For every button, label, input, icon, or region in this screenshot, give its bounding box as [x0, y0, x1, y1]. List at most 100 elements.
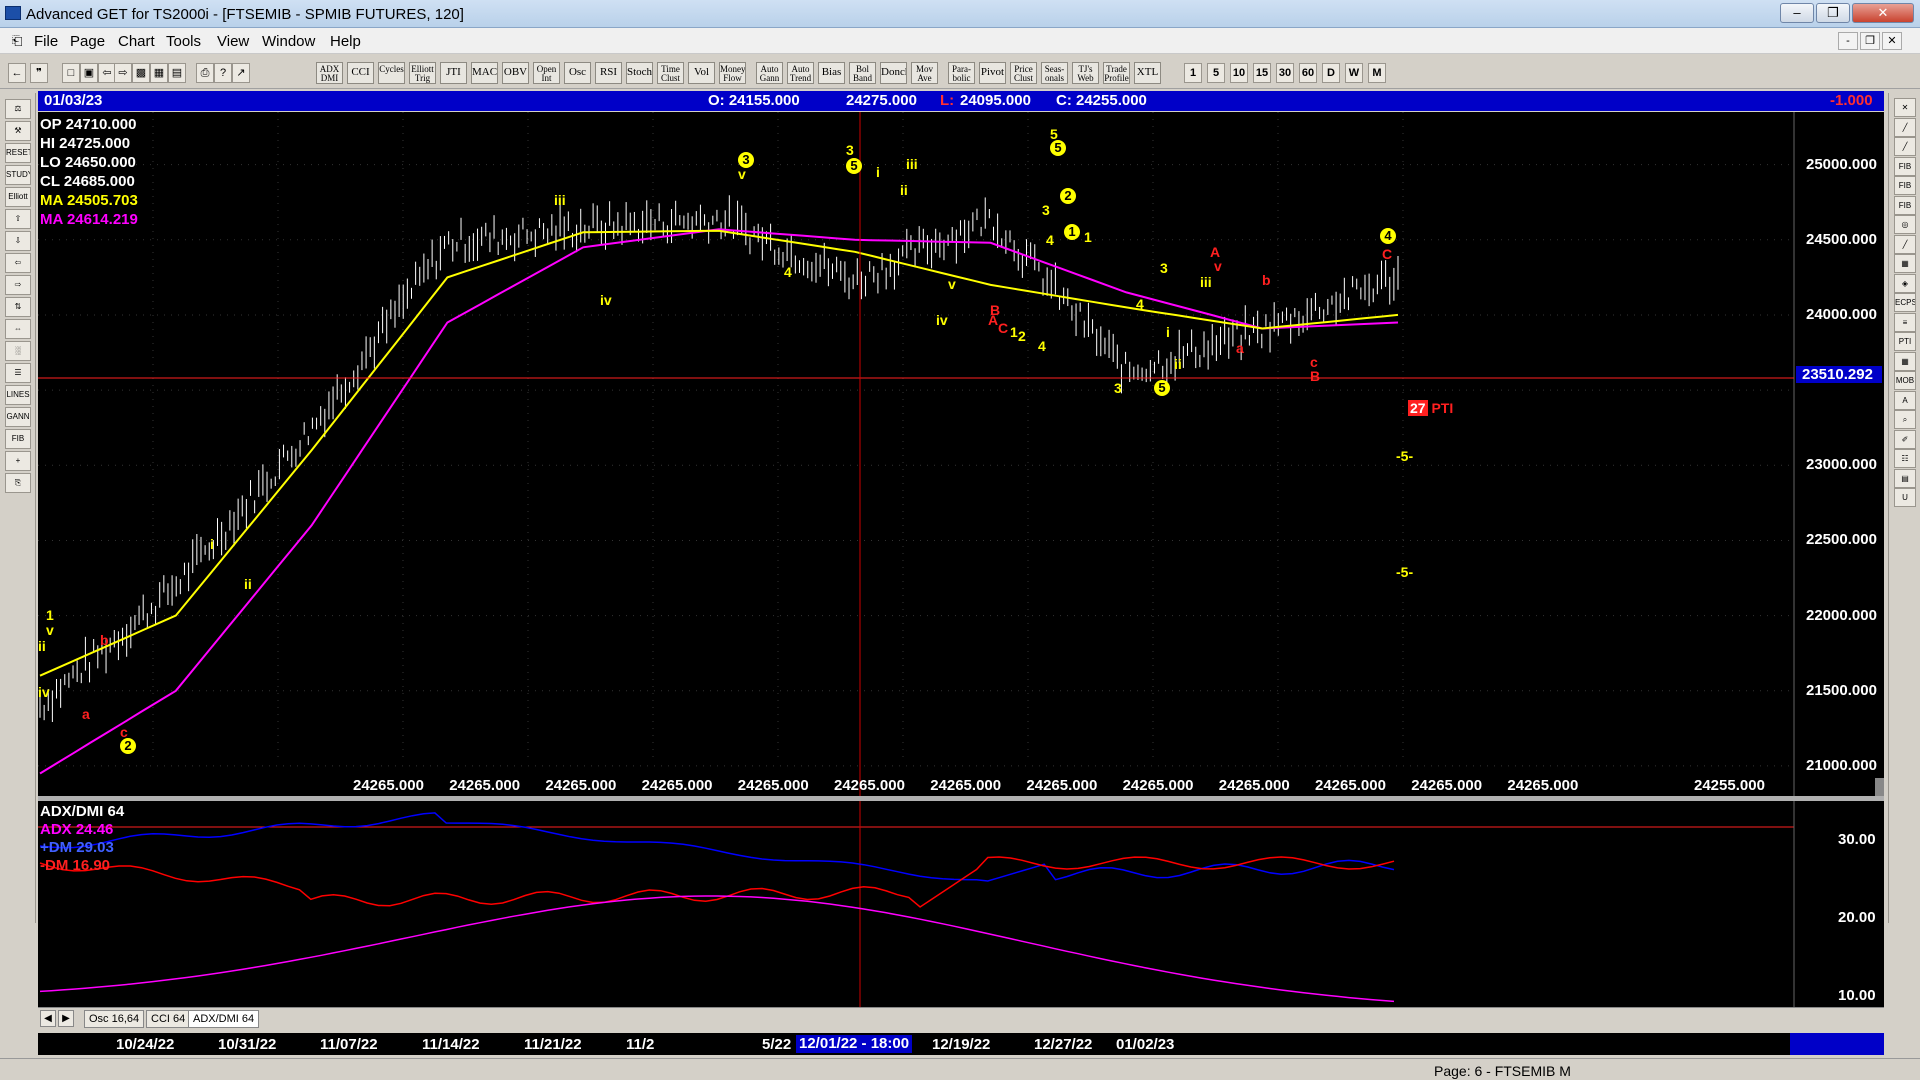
- toolbar-icon[interactable]: ▣: [80, 63, 98, 83]
- study-button[interactable]: Time Clust: [657, 62, 684, 84]
- right-tool-button[interactable]: PTI: [1894, 332, 1916, 351]
- left-tool-button[interactable]: ⇧: [5, 209, 31, 229]
- left-tool-button[interactable]: ⚖: [5, 99, 31, 119]
- menu-tools[interactable]: Tools: [166, 33, 201, 50]
- left-tool-button[interactable]: ⇦: [5, 253, 31, 273]
- study-button[interactable]: Trade Profile: [1103, 62, 1130, 84]
- left-tool-button[interactable]: RESET: [5, 143, 31, 163]
- mdi-minimize-button[interactable]: -: [1838, 32, 1858, 50]
- interval-button[interactable]: M: [1368, 63, 1386, 83]
- left-tool-button[interactable]: ⇩: [5, 231, 31, 251]
- indicator-pane[interactable]: ADX/DMI 64 ADX 24.46 +DM 29.03 -DM 16.90…: [38, 801, 1884, 1007]
- right-tool-button[interactable]: FIB EXT: [1894, 176, 1916, 195]
- interval-button[interactable]: 60: [1299, 63, 1317, 83]
- toolbar-icon[interactable]: ❞: [30, 63, 48, 83]
- study-button[interactable]: CCI: [347, 62, 374, 84]
- menu-chart[interactable]: Chart: [118, 33, 155, 50]
- left-tool-button[interactable]: ⇅: [5, 297, 31, 317]
- right-tool-button[interactable]: FIB RET: [1894, 156, 1916, 176]
- interval-button[interactable]: 30: [1276, 63, 1294, 83]
- study-button[interactable]: Mov Ave: [911, 62, 938, 84]
- price-chart[interactable]: OP 24710.000 HI 24725.000 LO 24650.000 C…: [38, 112, 1884, 796]
- tab-scroll-right-button[interactable]: ▶: [58, 1010, 74, 1027]
- right-tool-button[interactable]: ECPS: [1894, 293, 1916, 312]
- interval-button[interactable]: D: [1322, 63, 1340, 83]
- left-tool-button[interactable]: +: [5, 451, 31, 471]
- right-tool-button[interactable]: ≡: [1894, 312, 1916, 332]
- study-button[interactable]: TJ's Web: [1072, 62, 1099, 84]
- left-tool-button[interactable]: Elliott: [5, 187, 31, 207]
- indicator-canvas[interactable]: [38, 801, 1884, 1007]
- study-button[interactable]: Money Flow: [719, 62, 746, 84]
- study-button[interactable]: Vol: [688, 62, 715, 84]
- study-button[interactable]: Elliott Trig: [409, 62, 436, 84]
- right-tool-button[interactable]: ▤: [1894, 468, 1916, 488]
- study-button[interactable]: Donch: [880, 62, 907, 84]
- toolbar-icon[interactable]: ▦: [150, 63, 168, 83]
- study-button[interactable]: OBV: [502, 62, 529, 84]
- study-button[interactable]: Open Int: [533, 62, 560, 84]
- toolbar-icon[interactable]: ←: [8, 63, 26, 83]
- maximize-button[interactable]: ❐: [1816, 3, 1850, 23]
- toolbar-icon[interactable]: ⎙: [196, 63, 214, 83]
- interval-button[interactable]: 15: [1253, 63, 1271, 83]
- toolbar-icon[interactable]: ▩: [132, 63, 150, 83]
- left-tool-button[interactable]: ░: [5, 341, 31, 361]
- close-button[interactable]: ✕: [1852, 3, 1914, 23]
- menu-page[interactable]: Page: [70, 33, 105, 50]
- study-button[interactable]: Stoch: [626, 62, 653, 84]
- study-button[interactable]: Seas-onals: [1041, 62, 1068, 84]
- study-button[interactable]: RSI: [595, 62, 622, 84]
- study-button[interactable]: Para-bolic: [948, 62, 975, 84]
- study-button[interactable]: Bias: [818, 62, 845, 84]
- toolbar-icon[interactable]: □: [62, 63, 80, 83]
- tab-osc[interactable]: Osc 16,64: [84, 1010, 145, 1028]
- left-tool-button[interactable]: ☰: [5, 363, 31, 383]
- menu-window[interactable]: Window: [262, 33, 315, 50]
- interval-button[interactable]: W: [1345, 63, 1363, 83]
- study-button[interactable]: JTI: [440, 62, 467, 84]
- right-tool-button[interactable]: ◈: [1894, 273, 1916, 293]
- left-tool-button[interactable]: GANN: [5, 407, 31, 427]
- study-button[interactable]: Auto Trend: [787, 62, 814, 84]
- right-tool-button[interactable]: ☷: [1894, 449, 1916, 468]
- interval-button[interactable]: 1: [1184, 63, 1202, 83]
- left-tool-button[interactable]: FIB: [5, 429, 31, 449]
- study-button[interactable]: Price Clust: [1010, 62, 1037, 84]
- toolbar-icon[interactable]: ↗: [232, 63, 250, 83]
- mdi-restore-button[interactable]: ❐: [1860, 32, 1880, 50]
- left-tool-button[interactable]: LINES: [5, 385, 31, 405]
- right-tool-button[interactable]: U: [1894, 488, 1916, 507]
- doc-icon[interactable]: ⎗: [12, 33, 22, 49]
- right-tool-button[interactable]: ⌕: [1894, 410, 1916, 429]
- left-tool-button[interactable]: ⚒: [5, 121, 31, 141]
- toolbar-icon[interactable]: ⇨: [114, 63, 132, 83]
- tab-scroll-left-button[interactable]: ◀: [40, 1010, 56, 1027]
- toolbar-icon[interactable]: ?: [214, 63, 232, 83]
- right-tool-button[interactable]: ◎: [1894, 215, 1916, 234]
- study-button[interactable]: XTL: [1134, 62, 1161, 84]
- left-tool-button[interactable]: ⇨: [5, 275, 31, 295]
- study-button[interactable]: ADX DMI: [316, 62, 343, 84]
- interval-button[interactable]: 5: [1207, 63, 1225, 83]
- mdi-close-button[interactable]: ✕: [1882, 32, 1902, 50]
- left-tool-button[interactable]: ⎘: [5, 473, 31, 493]
- toolbar-icon[interactable]: ▤: [168, 63, 186, 83]
- tab-cci[interactable]: CCI 64: [146, 1010, 191, 1028]
- menu-help[interactable]: Help: [330, 33, 361, 50]
- price-chart-canvas[interactable]: [38, 112, 1884, 796]
- interval-button[interactable]: 10: [1230, 63, 1248, 83]
- right-tool-button[interactable]: ✐: [1894, 429, 1916, 449]
- study-button[interactable]: Pivot: [979, 62, 1006, 84]
- study-button[interactable]: Cycles: [378, 62, 405, 84]
- study-button[interactable]: Auto Gann: [756, 62, 783, 84]
- tab-adx-dmi[interactable]: ADX/DMI 64: [188, 1010, 260, 1028]
- study-button[interactable]: MACD: [471, 62, 498, 84]
- menu-view[interactable]: View: [217, 33, 249, 50]
- right-tool-button[interactable]: ╱: [1894, 234, 1916, 254]
- study-button[interactable]: Osc: [564, 62, 591, 84]
- left-tool-button[interactable]: STUDY: [5, 165, 31, 185]
- right-tool-button[interactable]: A: [1894, 390, 1916, 410]
- right-tool-button[interactable]: ▦: [1894, 351, 1916, 371]
- left-tool-button[interactable]: ⇔: [5, 319, 31, 339]
